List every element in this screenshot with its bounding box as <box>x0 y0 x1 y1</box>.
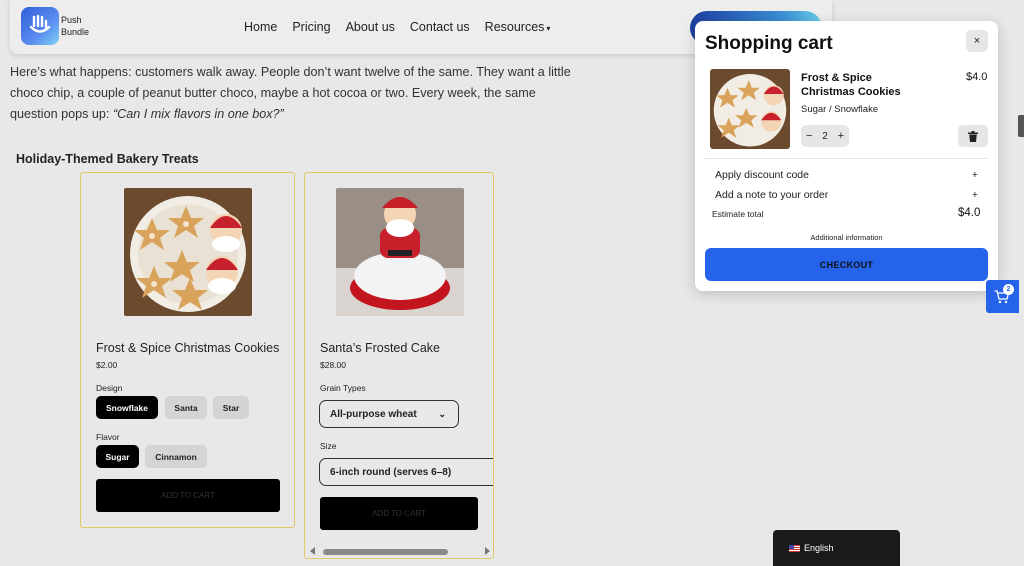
intro-text: Here’s what happens: customers walk away… <box>10 65 571 121</box>
intro-quote: “Can I mix flavors in one box?” <box>112 107 284 121</box>
option-label-size: Size <box>320 441 337 451</box>
checkout-button[interactable]: CHECKOUT <box>705 248 988 281</box>
option-design-snowflake[interactable]: Snowflake <box>96 396 158 419</box>
option-flavor-cinnamon[interactable]: Cinnamon <box>145 445 207 468</box>
option-label-grain-types: Grain Types <box>320 383 366 393</box>
cart-item-price: $4.0 <box>966 71 988 83</box>
option-flavor-sugar[interactable]: Sugar <box>96 445 139 468</box>
brand-line2: Bundle <box>61 27 90 37</box>
shopping-cart-drawer: Shopping cart × Frost & Spice Christmas … <box>695 21 998 291</box>
size-select[interactable]: 6-inch round (serves 6–8) <box>319 458 493 486</box>
nav-resources[interactable]: Resources ▾ <box>485 20 551 34</box>
estimate-total-value: $4.0 <box>958 207 981 219</box>
product-name[interactable]: Frost & Spice Christmas Cookies <box>96 341 279 355</box>
us-flag-icon <box>789 544 800 552</box>
side-tab[interactable] <box>1018 115 1024 137</box>
scroll-left-arrow-icon[interactable] <box>310 547 315 555</box>
floating-cart-button[interactable]: 2 <box>986 280 1019 313</box>
option-design-santa[interactable]: Santa <box>165 396 207 419</box>
brand-name: Push Bundle <box>61 14 89 38</box>
add-to-cart-button[interactable]: ADD TO CART <box>96 479 280 512</box>
nav-pricing[interactable]: Pricing <box>292 20 330 34</box>
product-price: $2.00 <box>96 360 118 370</box>
close-cart-button[interactable]: × <box>966 30 988 52</box>
product-card-cookies: Frost & Spice Christmas Cookies $2.00 De… <box>80 172 295 528</box>
cart-item-image <box>710 69 790 149</box>
language-switcher[interactable]: English <box>773 530 900 566</box>
trash-icon <box>968 130 978 142</box>
plus-icon: + <box>971 169 978 181</box>
apply-discount-row[interactable]: Apply discount code + <box>715 169 978 181</box>
note-label: Add a note to your order <box>715 189 829 201</box>
chevron-down-icon: ⌄ <box>438 409 446 419</box>
cookies-product-image[interactable] <box>124 188 252 316</box>
increase-quantity-button[interactable]: + <box>838 130 844 142</box>
nav-home[interactable]: Home <box>244 20 277 34</box>
cart-title: Shopping cart <box>705 33 833 54</box>
cart-item-name[interactable]: Frost & Spice Christmas Cookies <box>801 71 921 99</box>
product-price: $28.00 <box>320 360 346 370</box>
option-label-flavor: Flavor <box>96 432 120 442</box>
intro-paragraph: Here’s what happens: customers walk away… <box>10 62 580 125</box>
nav-contact-us[interactable]: Contact us <box>410 20 470 34</box>
chevron-down-icon: ▾ <box>546 24 551 33</box>
add-note-row[interactable]: Add a note to your order + <box>715 189 978 201</box>
section-title: Holiday-Themed Bakery Treats <box>16 152 199 166</box>
product-name[interactable]: Santa’s Frosted Cake <box>320 341 440 355</box>
discount-label: Apply discount code <box>715 169 809 181</box>
grain-types-select[interactable]: All-purpose wheat ⌄ <box>319 400 459 428</box>
close-icon: × <box>973 35 981 47</box>
plus-icon: + <box>971 189 978 201</box>
remove-item-button[interactable] <box>958 125 988 147</box>
grain-types-value: All-purpose wheat <box>330 408 417 420</box>
estimate-total-label: Estimate total <box>712 209 764 219</box>
nav-resources-label: Resources <box>484 20 545 34</box>
quantity-stepper: − 2 + <box>801 125 849 147</box>
additional-information: Additional information <box>810 233 883 242</box>
push-bundle-logo[interactable] <box>21 7 59 45</box>
add-to-cart-button[interactable]: ADD TO CART <box>320 497 478 530</box>
brand-line1: Push <box>61 15 82 25</box>
main-nav: Home Pricing About us Contact us Resourc… <box>244 20 550 34</box>
cake-product-image[interactable] <box>336 188 464 316</box>
decrease-quantity-button[interactable]: − <box>806 130 812 142</box>
cart-item-variant: Sugar / Snowflake <box>801 104 879 115</box>
cart-count-badge: 2 <box>1003 284 1014 295</box>
quantity-value[interactable]: 2 <box>822 131 828 142</box>
hand-logo-icon <box>29 14 51 33</box>
option-label-design: Design <box>96 383 123 393</box>
scrollbar-thumb[interactable] <box>323 549 448 555</box>
scroll-right-arrow-icon[interactable] <box>485 547 490 555</box>
horizontal-scrollbar[interactable] <box>305 544 493 558</box>
option-design-star[interactable]: Star <box>213 396 249 419</box>
product-card-cake: Santa’s Frosted Cake $28.00 Grain Types … <box>304 172 494 559</box>
size-value: 6-inch round (serves 6–8) <box>330 466 452 478</box>
cart-divider <box>705 158 988 159</box>
language-label: English <box>804 543 834 553</box>
nav-about-us[interactable]: About us <box>346 20 395 34</box>
